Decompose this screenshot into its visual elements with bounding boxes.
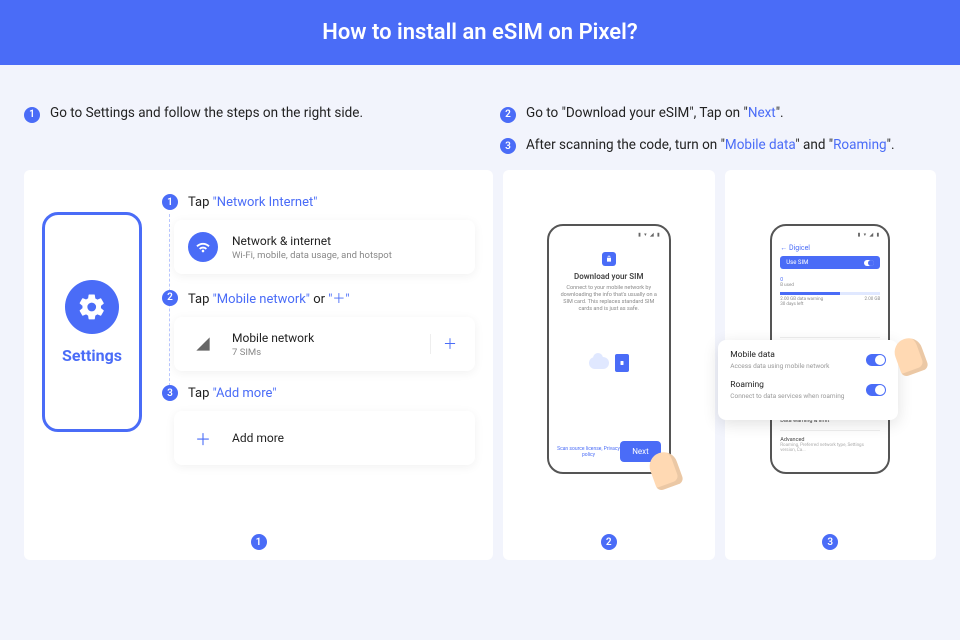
toggles-overlay: Mobile data Access data using mobile net… xyxy=(718,340,898,420)
use-sim-toggle[interactable]: Use SIM xyxy=(780,256,880,269)
plus-icon: ＋ xyxy=(188,423,218,453)
toggle-on-icon[interactable] xyxy=(866,354,886,366)
status-icons: ▮ ▾ ◢ ▮ xyxy=(638,232,661,238)
badge-3: 3 xyxy=(500,138,516,154)
download-subtitle: Connect to your mobile network by downlo… xyxy=(557,285,661,314)
instruction-1: 1 Go to Settings and follow the steps on… xyxy=(24,105,460,123)
cloud-icon xyxy=(589,357,609,369)
instruction-1-text: Go to Settings and follow the steps on t… xyxy=(50,105,363,121)
step-1-badge: 1 xyxy=(162,194,178,210)
badge-2: 2 xyxy=(500,107,516,123)
data-usage-bar xyxy=(780,292,880,295)
status-icons: ▮ ▾ ◢ ▮ xyxy=(858,232,881,238)
toggle-on-icon[interactable] xyxy=(866,384,886,396)
step-3-badge: 3 xyxy=(162,385,178,401)
tile-mobile-network[interactable]: Mobile network 7 SIMs ＋ xyxy=(174,317,475,371)
badge-1: 1 xyxy=(24,107,40,123)
instruction-2: 2 Go to "Download your eSIM", Tap on "Ne… xyxy=(500,105,936,123)
step-2: 2 Tap "Mobile network" or "＋" Mobile net… xyxy=(162,288,475,371)
steps-column: 1 Tap "Network Internet" Network & inter… xyxy=(162,194,475,536)
panels-row: Settings 1 Tap "Network Internet" xyxy=(0,170,960,560)
roaming-row[interactable]: Roaming Connect to data services when ro… xyxy=(730,380,886,400)
panel-3-number: 3 xyxy=(822,534,838,550)
sim-icon xyxy=(615,354,629,372)
privacy-link[interactable]: Scan source license, Privacy policy xyxy=(557,446,620,458)
tile-add-more[interactable]: ＋ Add more xyxy=(174,411,475,465)
mobile-data-row[interactable]: Mobile data Access data using mobile net… xyxy=(730,350,886,370)
signal-icon xyxy=(188,329,218,359)
download-title: Download your SIM xyxy=(557,272,661,281)
row-advanced[interactable]: Advanced Roaming, Preferred network type… xyxy=(780,430,880,459)
step-2-badge: 2 xyxy=(162,290,178,306)
panel-1-number: 1 xyxy=(251,534,267,550)
top-instructions: 1 Go to Settings and follow the steps on… xyxy=(0,65,960,170)
carrier-name: ← Digicel xyxy=(780,244,880,252)
page-header: How to install an eSIM on Pixel? xyxy=(0,0,960,65)
panel-2-number: 2 xyxy=(601,534,617,550)
panel-3: ▮ ▾ ◢ ▮ ← Digicel Use SIM 0 B used 2.00 … xyxy=(725,170,937,560)
settings-label: Settings xyxy=(62,346,122,365)
wifi-icon xyxy=(188,232,218,262)
instruction-3-text: After scanning the code, turn on "Mobile… xyxy=(526,137,895,153)
plus-icon[interactable]: ＋ xyxy=(430,334,461,354)
tile-network-internet[interactable]: Network & internet Wi-Fi, mobile, data u… xyxy=(174,220,475,274)
sim-settings-phone: ▮ ▾ ◢ ▮ ← Digicel Use SIM 0 B used 2.00 … xyxy=(770,224,890,474)
step-3: 3 Tap "Add more" ＋ Add more xyxy=(162,385,475,465)
toggle-on-icon xyxy=(864,260,874,266)
finger-pointer-icon xyxy=(891,334,930,377)
step-1: 1 Tap "Network Internet" Network & inter… xyxy=(162,194,475,274)
lock-icon xyxy=(602,252,616,266)
panel-2: ▮ ▾ ◢ ▮ Download your SIM Connect to you… xyxy=(503,170,715,560)
page-title: How to install an eSIM on Pixel? xyxy=(322,20,637,45)
panel-1: Settings 1 Tap "Network Internet" xyxy=(24,170,493,560)
instruction-3: 3 After scanning the code, turn on "Mobi… xyxy=(500,137,936,155)
gear-icon xyxy=(65,280,119,334)
download-sim-phone: ▮ ▾ ◢ ▮ Download your SIM Connect to you… xyxy=(547,224,671,474)
instruction-2-text: Go to "Download your eSIM", Tap on "Next… xyxy=(526,105,784,121)
cloud-sim-illustration xyxy=(557,354,661,372)
settings-phone-illustration: Settings xyxy=(42,212,142,432)
